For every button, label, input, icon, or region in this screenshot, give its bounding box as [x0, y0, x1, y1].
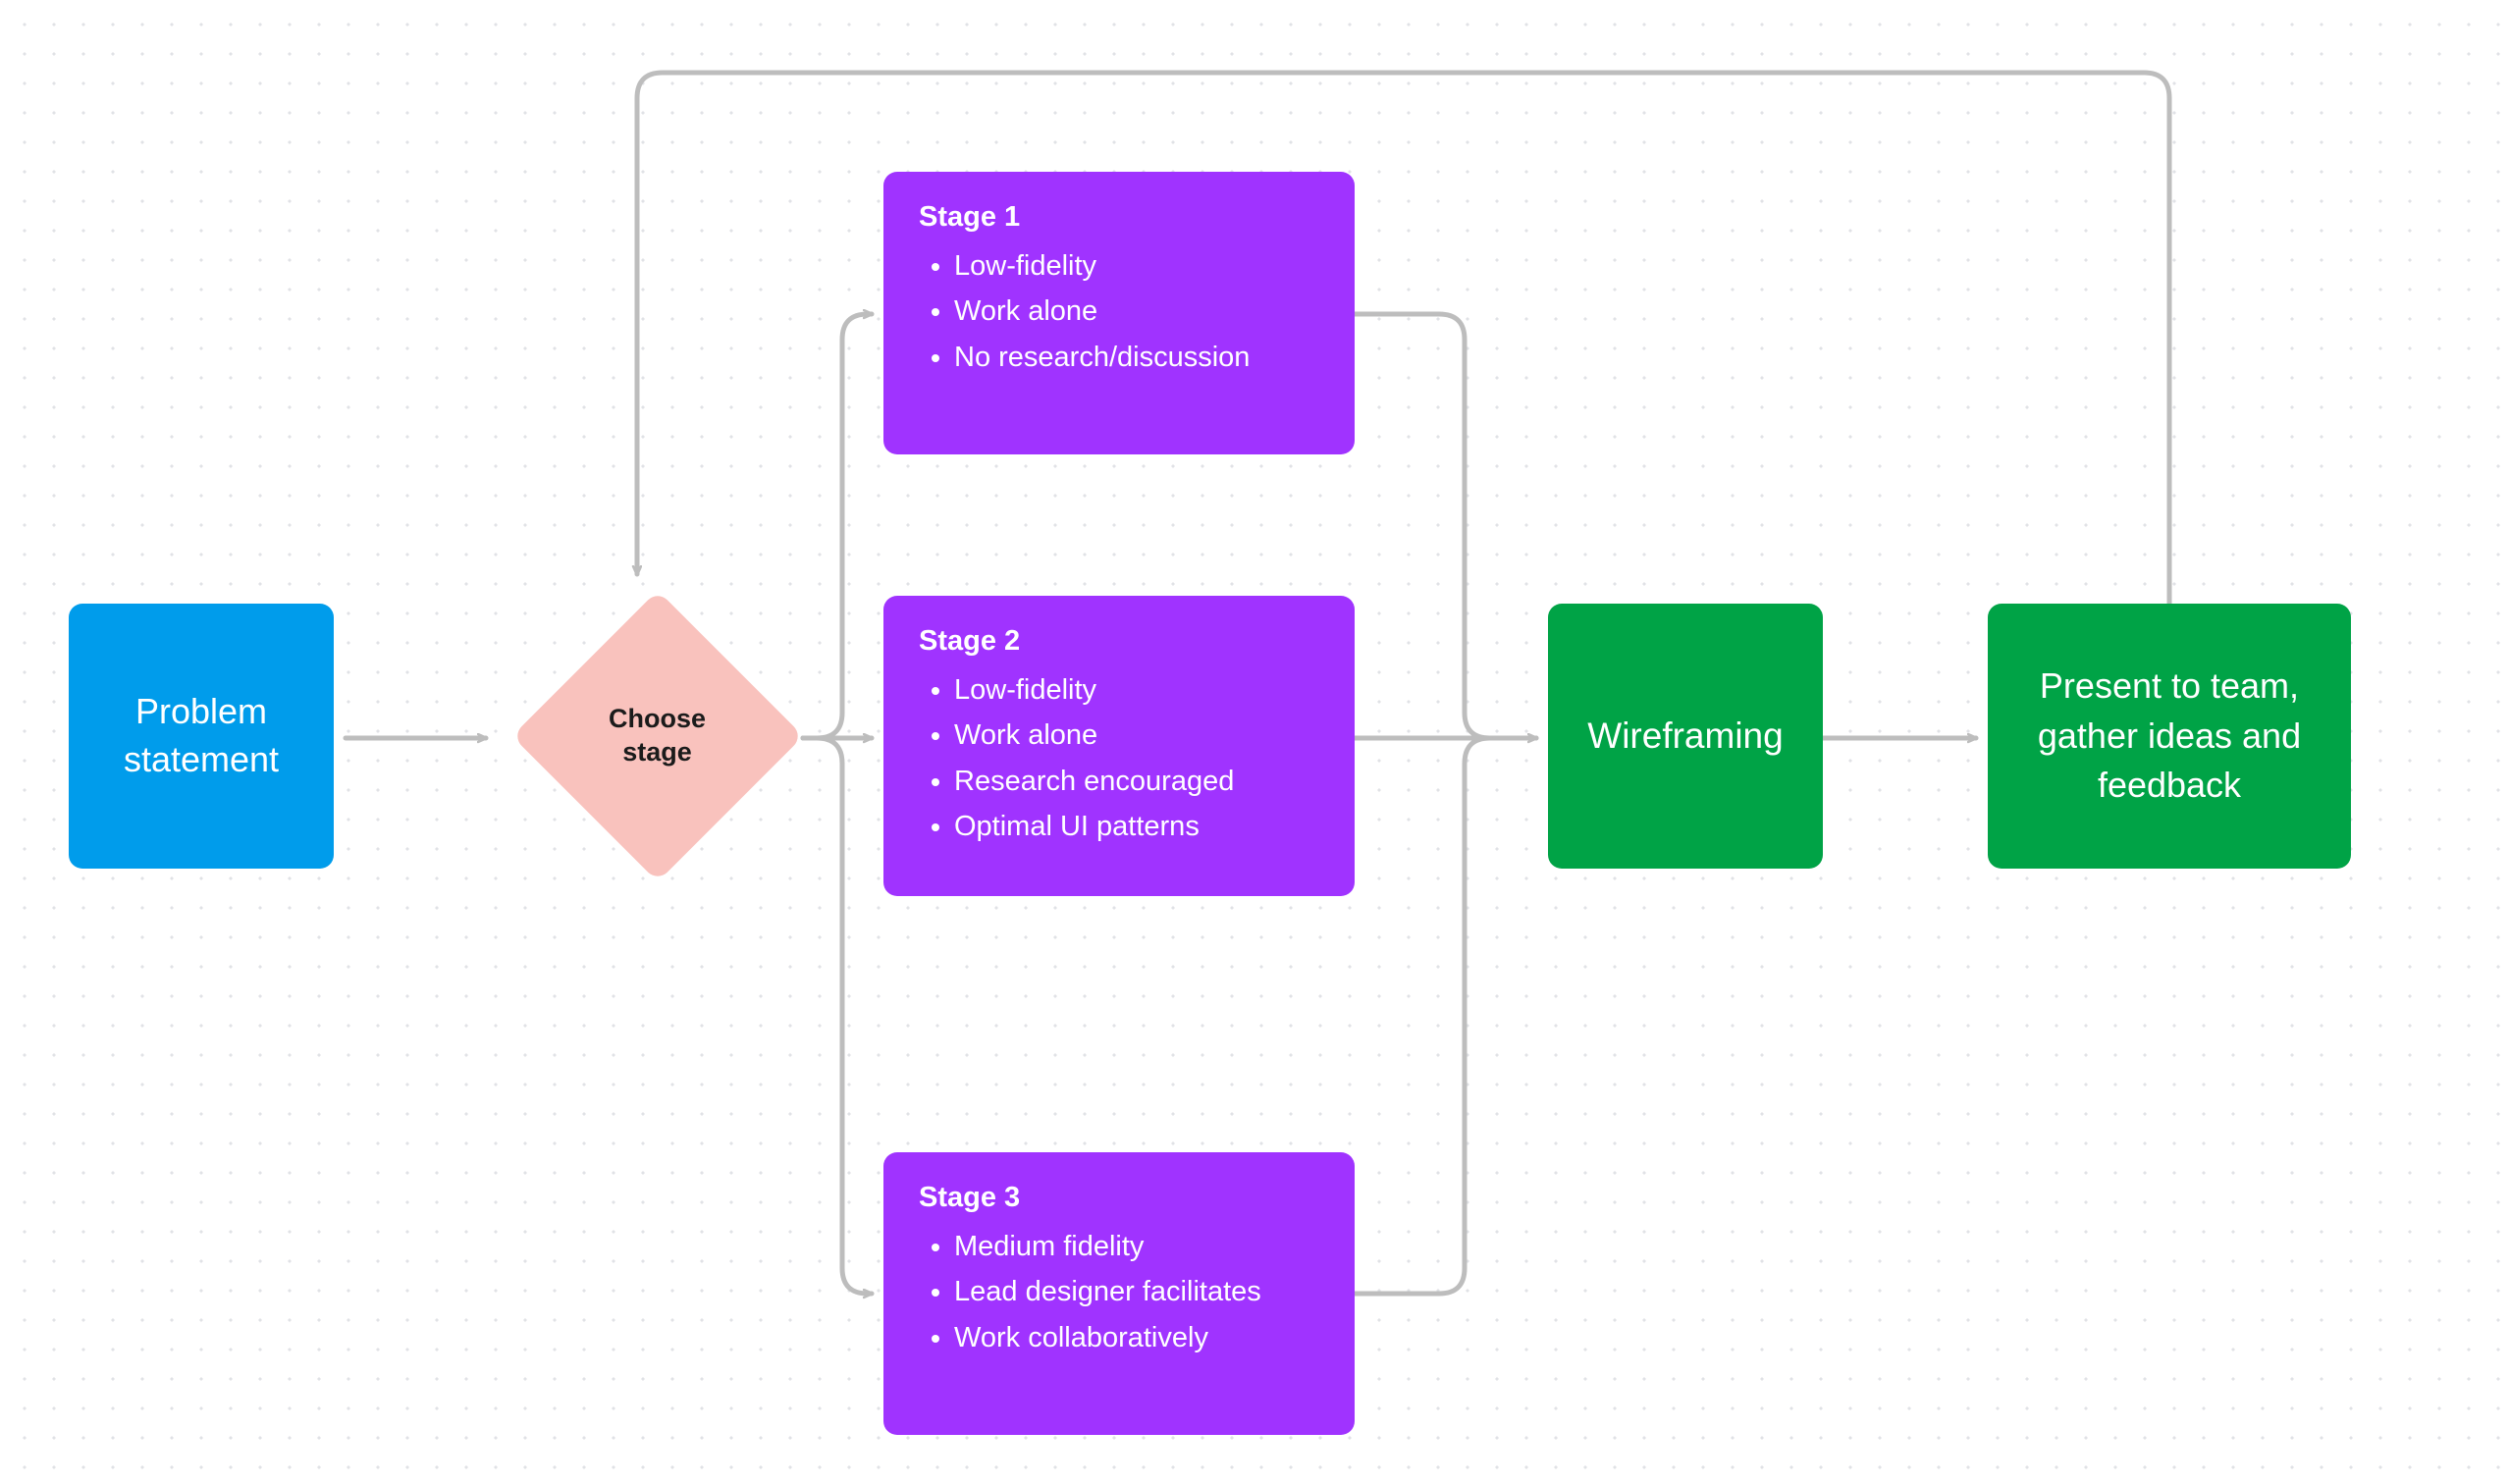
list-item: Lead designer facilitates: [954, 1269, 1319, 1314]
stage-1-title: Stage 1: [919, 201, 1319, 234]
list-item: Low-fidelity: [954, 667, 1319, 713]
node-present-label: Present to team, gather ideas and feedba…: [2015, 662, 2323, 810]
list-item: Work alone: [954, 289, 1319, 334]
node-stage-1: Stage 1 Low-fidelity Work alone No resea…: [883, 172, 1355, 454]
node-wireframing: Wireframing: [1548, 604, 1823, 869]
list-item: No research/discussion: [954, 335, 1319, 380]
list-item: Low-fidelity: [954, 243, 1319, 289]
node-stage-3: Stage 3 Medium fidelity Lead designer fa…: [883, 1152, 1355, 1435]
node-problem-statement: Problemstatement: [69, 604, 334, 869]
list-item: Optimal UI patterns: [954, 804, 1319, 849]
list-item: Work collaboratively: [954, 1315, 1319, 1360]
list-item: Research encouraged: [954, 759, 1319, 804]
node-present: Present to team, gather ideas and feedba…: [1988, 604, 2351, 869]
node-wireframing-label: Wireframing: [1587, 716, 1783, 757]
stage-2-title: Stage 2: [919, 625, 1319, 658]
node-stage-2: Stage 2 Low-fidelity Work alone Research…: [883, 596, 1355, 896]
stage-2-list: Low-fidelity Work alone Research encoura…: [919, 667, 1319, 850]
list-item: Work alone: [954, 713, 1319, 758]
stage-3-title: Stage 3: [919, 1182, 1319, 1214]
node-problem-label: Problemstatement: [124, 688, 279, 783]
node-choose-label: Choosestage: [609, 703, 706, 769]
list-item: Medium fidelity: [954, 1224, 1319, 1269]
stage-3-list: Medium fidelity Lead designer facilitate…: [919, 1224, 1319, 1360]
stage-1-list: Low-fidelity Work alone No research/disc…: [919, 243, 1319, 380]
node-choose-stage: Choosestage: [511, 590, 803, 881]
